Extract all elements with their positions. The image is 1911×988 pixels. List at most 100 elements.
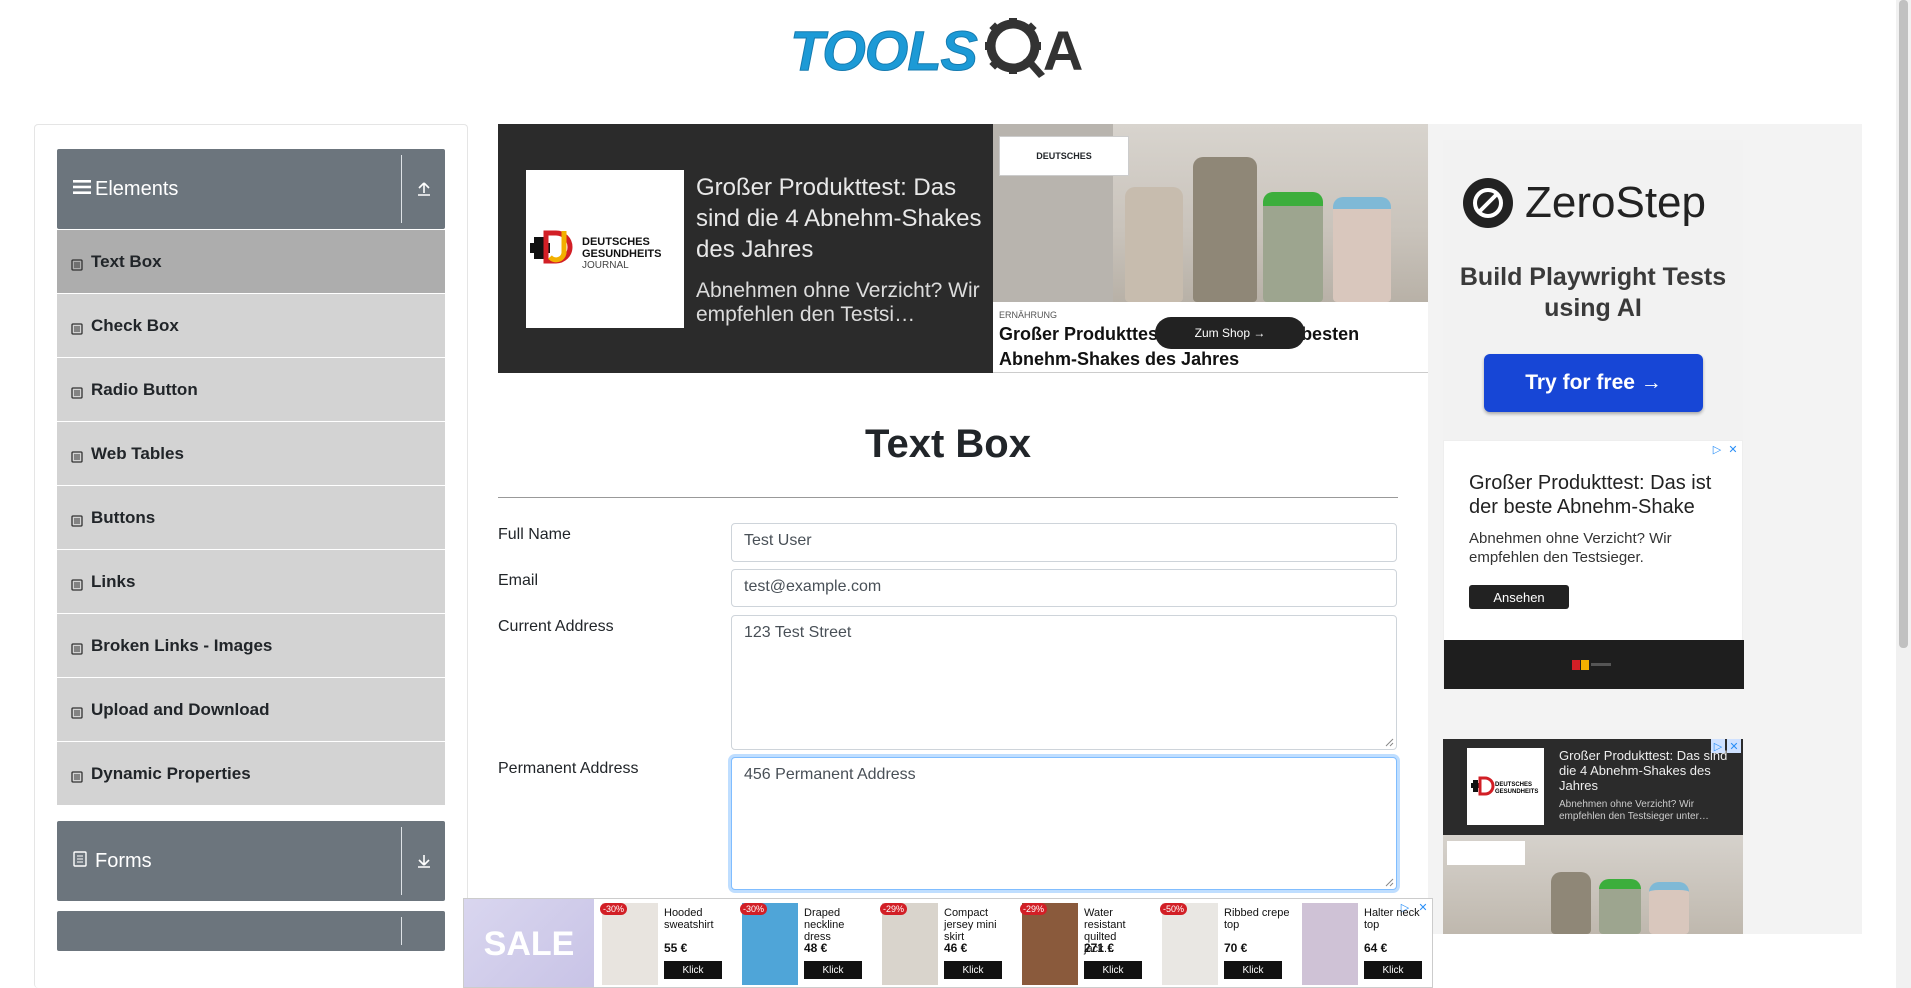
right-ad-3[interactable]: ▷ ✕ DEUTSCHES GESUNDHEITS Großer Produktt… <box>1443 739 1743 934</box>
email-label: Email <box>498 572 539 589</box>
sidebar-item-label: Text Box <box>91 251 162 271</box>
full-name-label: Full Name <box>498 526 571 543</box>
list-icon <box>71 320 83 335</box>
list-icon <box>71 512 83 527</box>
product-image <box>1302 903 1358 985</box>
close-icon[interactable]: ✕ <box>1726 442 1740 456</box>
product-image <box>602 903 658 985</box>
toolsqa-logo[interactable]: TOOLS A <box>790 16 1083 85</box>
product-name: Ribbed crepe top <box>1224 907 1290 931</box>
ad-brand-small: DEUTSCHES <box>1036 151 1092 161</box>
sidebar-item-check-box[interactable]: Check Box <box>57 294 445 358</box>
resize-grip-icon[interactable] <box>1384 877 1394 887</box>
adchoices-icon[interactable]: ▷ <box>1710 442 1724 456</box>
product-card[interactable]: -29% Water resistant quilted jack… 271 €… <box>1014 899 1154 987</box>
product-image <box>1162 903 1218 985</box>
ad-category: ERNÄHRUNG <box>999 310 1058 320</box>
divider <box>498 497 1398 498</box>
logo-suffix: A <box>1042 19 1084 82</box>
ad-headline: Großer Produkttest: Das sind die 4 Abneh… <box>696 174 982 263</box>
divider <box>401 827 402 895</box>
try-for-free-button[interactable]: Try for free → <box>1484 354 1703 412</box>
ad-subtext: Abnehmen ohne Verzicht? Wir empfehlen de… <box>696 279 980 326</box>
ad2-subtext: Abnehmen ohne Verzicht? Wir empfehlen de… <box>1469 530 1672 566</box>
zerostep-ad[interactable]: ZeroStep Build Playwright Tests using AI… <box>1443 140 1743 440</box>
klick-button[interactable]: Klick <box>1084 961 1142 979</box>
klick-button[interactable]: Klick <box>804 961 862 979</box>
sidebar-item-label: Links <box>91 571 136 591</box>
list-icon <box>71 704 83 719</box>
sidebar-item-web-tables[interactable]: Web Tables <box>57 422 445 486</box>
right-ad-2[interactable]: ▷ ✕ Großer Produkttest: Das ist der best… <box>1443 440 1744 689</box>
permanent-address-value: 456 Permanent Address <box>744 766 916 783</box>
svg-text:GESUNDHEITS: GESUNDHEITS <box>1495 789 1538 795</box>
sidebar-item-label: Web Tables <box>91 443 184 463</box>
discount-badge: -29% <box>880 903 908 915</box>
vertical-scrollbar[interactable] <box>1896 0 1911 988</box>
document-icon <box>73 850 91 872</box>
discount-badge: -50% <box>1160 903 1188 915</box>
klick-button[interactable]: Klick <box>1364 961 1422 979</box>
ad-image-panel: DEUTSCHES ERNÄHRUNG Großer Produkttest: … <box>993 124 1428 373</box>
zerostep-brand: ZeroStep <box>1461 176 1706 230</box>
product-image <box>742 903 798 985</box>
sidebar-item-label: Radio Button <box>91 379 198 399</box>
email-input[interactable]: test@example.com <box>731 569 1397 607</box>
gear-magnifier-icon <box>983 16 1047 85</box>
permanent-address-textarea[interactable]: 456 Permanent Address <box>731 757 1397 890</box>
current-address-label: Current Address <box>498 618 614 635</box>
resize-grip-icon[interactable] <box>1384 737 1394 747</box>
ad3-subtext: Abnehmen ohne Verzicht? Wir empfehlen de… <box>1559 799 1709 822</box>
divider <box>401 917 402 945</box>
left-panel: Elements Text Box Check Box Radio Button… <box>34 124 468 988</box>
permanent-address-label: Permanent Address <box>498 760 639 777</box>
product-image <box>882 903 938 985</box>
group-header-forms[interactable]: Forms <box>57 821 445 901</box>
shaker-photo <box>1443 835 1743 934</box>
zerostep-logo-icon <box>1463 178 1513 228</box>
sidebar-item-dynamic-properties[interactable]: Dynamic Properties <box>57 742 445 806</box>
sidebar-item-text-box[interactable]: Text Box <box>57 230 445 294</box>
product-price: 64 € <box>1364 941 1388 955</box>
product-card[interactable]: Halter neck top 64 € Klick <box>1294 899 1432 987</box>
ansehen-button[interactable]: Ansehen <box>1469 585 1569 609</box>
elements-menu: Text Box Check Box Radio Button Web Tabl… <box>57 230 445 806</box>
sale-ad-banner[interactable]: SALE ▷ ✕ -30% Hooded sweatshirt 55 € Kli… <box>463 898 1433 988</box>
sidebar-item-radio-button[interactable]: Radio Button <box>57 358 445 422</box>
sidebar-item-upload-download[interactable]: Upload and Download <box>57 678 445 742</box>
current-address-textarea[interactable]: 123 Test Street <box>731 615 1397 750</box>
sidebar-item-buttons[interactable]: Buttons <box>57 486 445 550</box>
ad3-brand-logo: DEUTSCHES GESUNDHEITS <box>1467 748 1544 825</box>
group-label: Forms <box>95 849 152 872</box>
list-icon <box>71 640 83 655</box>
discount-badge: -29% <box>1020 903 1048 915</box>
collapse-arrow-icon[interactable] <box>411 175 437 201</box>
klick-button[interactable]: Klick <box>944 961 1002 979</box>
product-price: 70 € <box>1224 941 1248 955</box>
sidebar-item-broken-links[interactable]: Broken Links - Images <box>57 614 445 678</box>
zum-shop-button[interactable]: Zum Shop → <box>1155 317 1305 349</box>
product-card[interactable]: -50% Ribbed crepe top 70 € Klick <box>1154 899 1294 987</box>
product-card[interactable]: -30% Draped neckline dress 48 € Klick <box>734 899 874 987</box>
full-name-input[interactable]: Test User <box>731 523 1397 562</box>
sale-label: SALE <box>464 899 594 987</box>
sidebar-item-label: Dynamic Properties <box>91 763 251 783</box>
svg-text:JOURNAL: JOURNAL <box>582 260 629 271</box>
top-ad-banner[interactable]: DEUTSCHES GESUNDHEITS JOURNAL Großer Pro… <box>498 124 1428 373</box>
list-icon <box>71 576 83 591</box>
sidebar-item-label: Upload and Download <box>91 699 270 719</box>
klick-button[interactable]: Klick <box>1224 961 1282 979</box>
product-card[interactable]: -29% Compact jersey mini skirt 46 € Klic… <box>874 899 1014 987</box>
product-name: Halter neck top <box>1364 907 1420 931</box>
product-price: 55 € <box>664 941 688 955</box>
group-header-elements[interactable]: Elements <box>57 149 445 229</box>
expand-arrow-icon[interactable] <box>411 847 437 873</box>
product-card[interactable]: -30% Hooded sweatshirt 55 € Klick <box>594 899 734 987</box>
product-price: 271 € <box>1084 941 1115 955</box>
sidebar-item-label: Check Box <box>91 315 179 335</box>
ad-text-panel: DEUTSCHES GESUNDHEITS JOURNAL Großer Pro… <box>498 124 993 373</box>
klick-button[interactable]: Klick <box>664 961 722 979</box>
scrollbar-thumb[interactable] <box>1899 0 1908 648</box>
group-header-next[interactable] <box>57 911 445 951</box>
sidebar-item-links[interactable]: Links <box>57 550 445 614</box>
